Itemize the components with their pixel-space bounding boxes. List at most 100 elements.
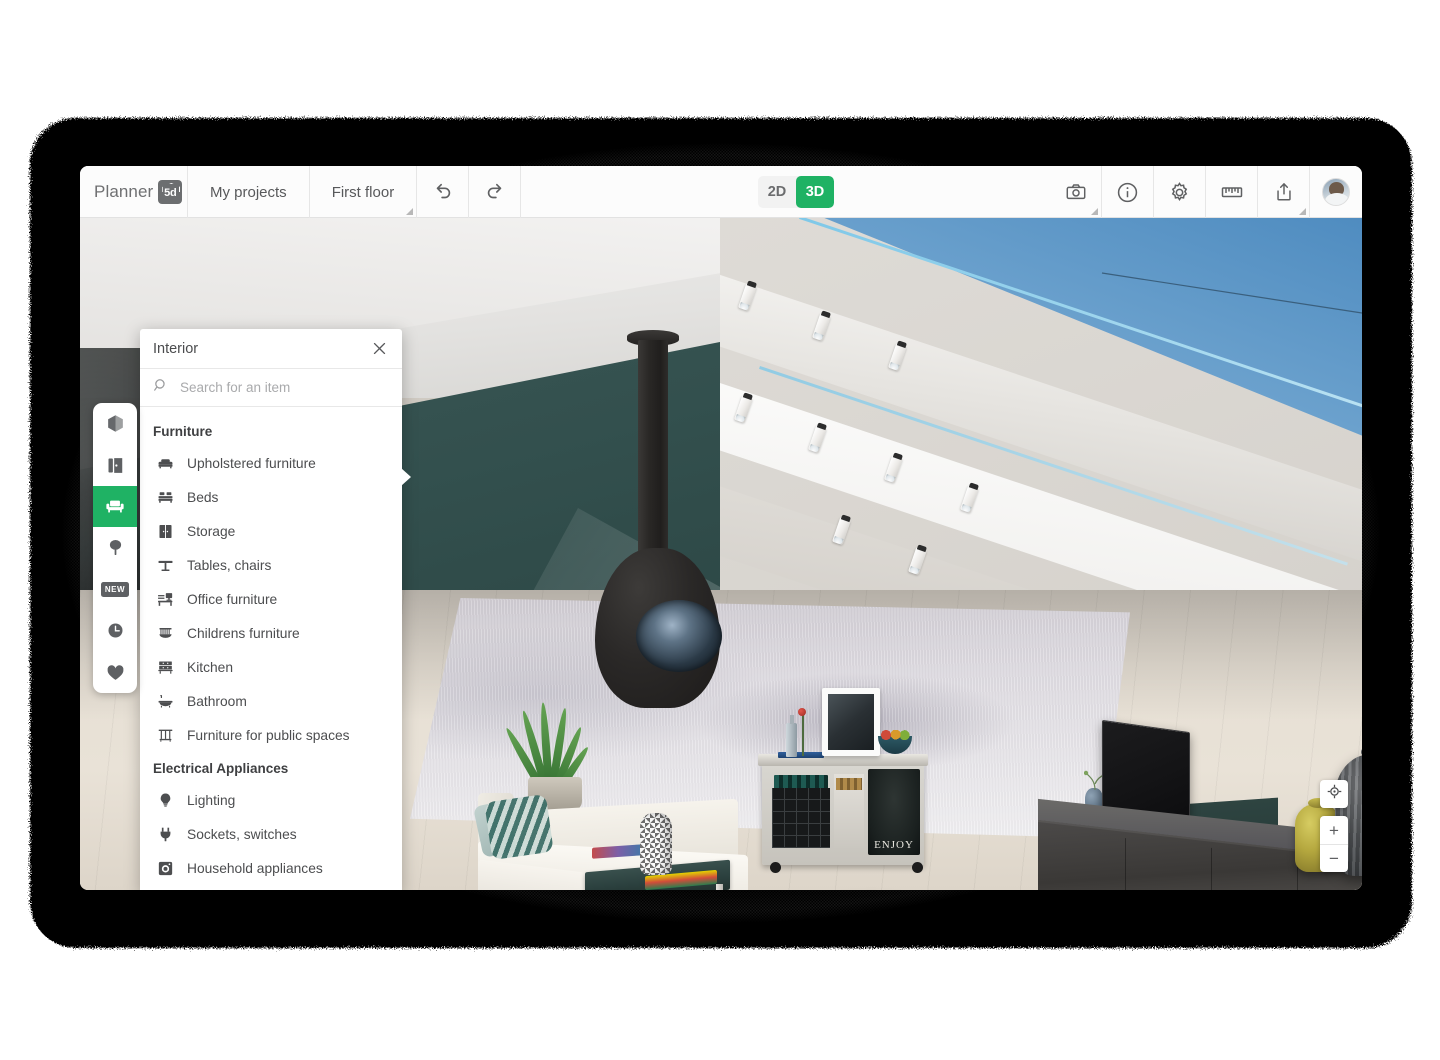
desk-icon — [155, 589, 175, 609]
catalog-search-row[interactable] — [140, 369, 402, 407]
category-upholstered-furniture[interactable]: Upholstered furniture — [140, 446, 402, 480]
scene-wine-rack — [772, 788, 830, 848]
category-storage[interactable]: Storage — [140, 514, 402, 548]
share-expand-icon[interactable] — [1299, 208, 1306, 215]
scene-plant — [500, 663, 610, 803]
catalog-panel: Interior Furniture — [140, 329, 402, 890]
app-logo-text: Planner — [94, 182, 153, 202]
category-kitchen[interactable]: Kitchen — [140, 650, 402, 684]
category-bathroom[interactable]: Bathroom — [140, 684, 402, 718]
scene-sofa-chevron-cushion — [484, 794, 553, 860]
sidebar-item-exterior[interactable] — [93, 527, 137, 568]
sidebar-item-rooms[interactable] — [93, 403, 137, 444]
scene-tray — [778, 752, 824, 758]
camera-expand-icon[interactable] — [1091, 208, 1098, 215]
sidebar-item-new[interactable]: NEW — [93, 569, 137, 610]
zoom-in-button[interactable]: + — [1320, 816, 1348, 844]
camera-icon — [1065, 181, 1087, 203]
account-button[interactable] — [1310, 166, 1362, 218]
locate-icon — [1326, 783, 1343, 805]
category-public-spaces-furniture[interactable]: Furniture for public spaces — [140, 718, 402, 752]
clock-icon — [105, 620, 126, 641]
sofa-icon — [104, 495, 126, 517]
zoom-controls: + − — [1320, 816, 1348, 872]
catalog-group-title: Furniture — [140, 415, 402, 446]
category-label: Childrens furniture — [187, 626, 300, 641]
category-label: Household appliances — [187, 861, 323, 876]
scene-cabinet-caster — [770, 862, 781, 873]
tool-rail: NEW — [93, 403, 137, 693]
panel-pointer — [401, 468, 411, 486]
scene-flower — [798, 708, 806, 716]
category-sockets-switches[interactable]: Sockets, switches — [140, 817, 402, 851]
catalog-panel-title: Interior — [153, 341, 198, 357]
recenter-button[interactable] — [1320, 780, 1348, 808]
undo-button[interactable] — [417, 166, 469, 218]
category-office-furniture[interactable]: Office furniture — [140, 582, 402, 616]
zoom-out-button[interactable]: − — [1320, 844, 1348, 872]
crib-icon — [155, 623, 175, 643]
sidebar-item-recent[interactable] — [93, 610, 137, 651]
gear-icon — [1168, 181, 1191, 204]
sidebar-item-doors-windows[interactable] — [93, 444, 137, 485]
scene-patterned-vase — [640, 813, 672, 875]
planner5d-app-window: Planner 5d My projects First floor — [80, 166, 1362, 890]
category-label: Furniture for public spaces — [187, 728, 350, 743]
measure-button[interactable] — [1206, 166, 1258, 218]
share-button[interactable] — [1258, 166, 1310, 218]
scene-picture-frame — [822, 688, 880, 756]
search-input[interactable] — [178, 379, 389, 396]
redo-icon — [484, 181, 506, 203]
app-logo[interactable]: Planner 5d — [80, 166, 188, 218]
3d-viewport[interactable]: ENJOY — [80, 218, 1362, 890]
category-label: Bathroom — [187, 694, 247, 709]
category-label: Kitchen — [187, 660, 233, 675]
category-lighting[interactable]: Lighting — [140, 783, 402, 817]
close-icon[interactable] — [371, 340, 388, 357]
floor-selector[interactable]: First floor — [310, 166, 418, 218]
fireplace-flue — [638, 340, 668, 580]
category-label: Sockets, switches — [187, 827, 297, 842]
scene-table-leg — [716, 884, 723, 890]
heart-icon — [105, 662, 126, 683]
tree-icon — [105, 537, 126, 558]
app-logo-badge-text: 5d — [164, 188, 176, 199]
info-button[interactable] — [1102, 166, 1154, 218]
bathtub-icon — [155, 691, 175, 711]
category-tables-chairs[interactable]: Tables, chairs — [140, 548, 402, 582]
wardrobe-icon — [155, 521, 175, 541]
sidebar-item-interior[interactable] — [93, 486, 137, 527]
camera-button[interactable] — [1050, 166, 1102, 218]
category-label: Storage — [187, 524, 235, 539]
floor-selector-expand-icon[interactable] — [406, 208, 413, 215]
category-label: Lighting — [187, 793, 235, 808]
my-projects-label: My projects — [188, 184, 309, 201]
redo-button[interactable] — [469, 166, 521, 218]
category-beds[interactable]: Beds — [140, 480, 402, 514]
chalkboard-text: ENJOY — [874, 839, 914, 851]
fireplace-glass — [636, 600, 722, 672]
bench-icon — [155, 725, 175, 745]
view-mode-3d[interactable]: 3D — [796, 176, 834, 208]
category-household-appliances[interactable]: Household appliances — [140, 851, 402, 885]
scene-fruit — [880, 730, 910, 740]
catalog-group-title: Electrical Appliances — [140, 752, 402, 783]
kitchen-cabinet-icon — [155, 657, 175, 677]
category-childrens-furniture[interactable]: Childrens furniture — [140, 616, 402, 650]
catalog-panel-body[interactable]: Furniture Upholstered furniture — [140, 407, 402, 890]
category-label: Office furniture — [187, 592, 277, 607]
my-projects-button[interactable]: My projects — [188, 166, 310, 218]
scene-cabinet-caster — [912, 862, 923, 873]
door-icon — [105, 455, 126, 476]
bed-icon — [155, 487, 175, 507]
category-label: Tables, chairs — [187, 558, 271, 573]
category-label: Beds — [187, 490, 218, 505]
zoom-in-icon: + — [1329, 822, 1339, 839]
scene-chalkboard-door: ENJOY — [868, 769, 920, 855]
view-mode-2d[interactable]: 2D — [758, 176, 796, 208]
sidebar-item-favorites[interactable] — [93, 651, 137, 692]
settings-button[interactable] — [1154, 166, 1206, 218]
top-toolbar: Planner 5d My projects First floor — [80, 166, 1362, 218]
undo-icon — [432, 181, 454, 203]
view-mode-toggle[interactable]: 2D 3D — [758, 176, 834, 208]
